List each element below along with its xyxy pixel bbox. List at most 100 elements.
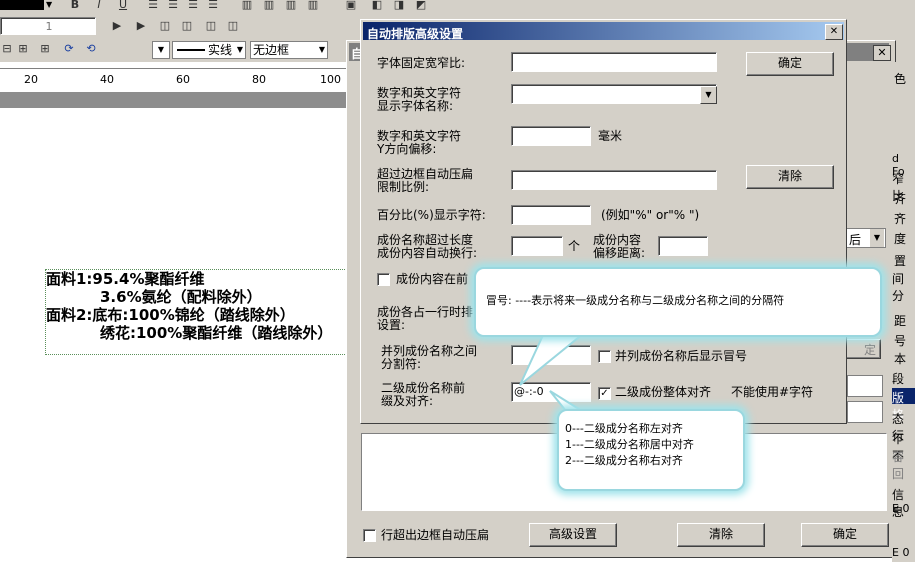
ruler-tick-80: 80 bbox=[252, 73, 266, 86]
y-offset-input[interactable] bbox=[511, 126, 591, 146]
layer-icon-3[interactable]: ◫ bbox=[204, 19, 218, 33]
ruler: 20 40 60 80 100 bbox=[0, 68, 350, 91]
y-offset-label-2: Y方向偏移: bbox=[377, 142, 437, 156]
chevron-down-icon: ▼ bbox=[318, 45, 325, 54]
align-tip-1: 1---二级成分名称居中对齐 bbox=[565, 438, 694, 451]
compress-input[interactable] bbox=[511, 170, 717, 190]
wrap-count-input[interactable] bbox=[511, 236, 563, 256]
border-style-label: 无边框 bbox=[253, 43, 290, 57]
content-before-checkbox[interactable] bbox=[377, 273, 390, 286]
refresh-icon[interactable]: ⟳ bbox=[62, 42, 76, 56]
align-tip-0: 0---二级成分名称左对齐 bbox=[565, 422, 683, 435]
fixed-width-input[interactable] bbox=[511, 52, 717, 72]
toolbar-row-1: ▼ B I U ☰ ☰ ☰ ☰ ▥ ▥ ▥ ▥ ▣ ◧ ◨ ◩ bbox=[0, 0, 440, 14]
colon-checkbox-label: 并列成份名称后显示冒号 bbox=[615, 349, 748, 363]
advanced-settings-button[interactable]: 高级设置 bbox=[529, 523, 617, 547]
underline-button[interactable]: U bbox=[116, 0, 130, 12]
column-icon-1[interactable]: ▥ bbox=[240, 0, 254, 12]
dialog-clear-button[interactable]: 清除 bbox=[746, 165, 834, 189]
color-dropdown-arrow[interactable]: ▼ bbox=[46, 0, 56, 10]
play-icon[interactable]: ▶ bbox=[110, 19, 124, 33]
second-level-label-2: 缀及对齐: bbox=[381, 394, 434, 408]
line-style-select[interactable]: 实线 ▼ bbox=[172, 41, 246, 59]
bold-button[interactable]: B bbox=[68, 0, 82, 12]
doc-line-2: 3.6%氨纶（配料除外） bbox=[100, 288, 262, 306]
side-label-19: E 0 bbox=[892, 502, 910, 515]
dialog-title: 自动排版高级设置 bbox=[367, 27, 464, 41]
grid-icon-1[interactable]: ⊟ bbox=[0, 42, 14, 56]
toolbar-row-2: 1 ▶ ▶ ◫ ◫ ◫ ◫ bbox=[0, 16, 360, 36]
column-icon-4[interactable]: ▥ bbox=[306, 0, 320, 12]
shape-icon-1[interactable]: ◧ bbox=[370, 0, 384, 12]
font-name-label-2: 显示字体名称: bbox=[377, 99, 454, 113]
bg-field-2[interactable] bbox=[847, 401, 883, 423]
layer-icon-1[interactable]: ◫ bbox=[158, 19, 172, 33]
align-tip-2: 2---二级成分名称右对齐 bbox=[565, 454, 683, 467]
ruler-shadow bbox=[0, 92, 350, 108]
grid-icon-3[interactable]: ⊞ bbox=[38, 42, 52, 56]
side-dropdown-text: 后 bbox=[849, 233, 862, 247]
text-frame[interactable]: 面料1:95.4%聚酯纤维 3.6%氨纶（配料除外） 面料2:底布:100%锦纶… bbox=[45, 269, 357, 355]
doc-line-1: 面料1:95.4%聚酯纤维 bbox=[46, 270, 205, 288]
shape-icon-3[interactable]: ◩ bbox=[414, 0, 428, 12]
side-label-4: 齐 bbox=[894, 192, 907, 206]
percent-input[interactable] bbox=[511, 205, 591, 225]
wrap-label-4: 偏移距离: bbox=[593, 246, 646, 260]
column-icon-3[interactable]: ▥ bbox=[284, 0, 298, 12]
line-style-label: 实线 bbox=[208, 43, 233, 57]
bg-clear-button[interactable]: 清除 bbox=[677, 523, 765, 547]
separator-label-2: 分割符: bbox=[381, 357, 422, 371]
side-label-6: 度 bbox=[894, 232, 907, 246]
fixed-width-label: 字体固定宽窄比: bbox=[377, 56, 466, 70]
y-offset-unit: 毫米 bbox=[598, 129, 623, 143]
image-icon[interactable]: ▣ bbox=[344, 0, 358, 12]
column-icon-2[interactable]: ▥ bbox=[262, 0, 276, 12]
side-label-17: 容回 bbox=[892, 450, 905, 481]
shape-icon-2[interactable]: ◨ bbox=[392, 0, 406, 12]
forward-icon[interactable]: ▶ bbox=[134, 19, 148, 33]
side-dropdown[interactable]: 后 ▼ bbox=[846, 228, 886, 248]
colon-tooltip-text: 冒号: ----表示将来一级成分名称与二级成分名称之间的分隔符 bbox=[486, 294, 785, 307]
border-style-select[interactable]: 无边框 ▼ bbox=[250, 41, 328, 59]
dialog-ok-button[interactable]: 确定 bbox=[746, 52, 834, 76]
doc-line-3: 面料2:底布:100%锦纶（踏线除外） bbox=[46, 306, 295, 324]
chevron-down-icon[interactable]: ▼ bbox=[700, 86, 717, 104]
align-tooltip: 0---二级成分名称左对齐 1---二级成分名称居中对齐 2---二级成分名称右… bbox=[557, 409, 745, 491]
wrap-label-2: 成份内容自动换行: bbox=[377, 246, 478, 260]
offset-distance-input[interactable] bbox=[658, 236, 708, 256]
font-name-select[interactable] bbox=[511, 84, 717, 104]
dialog-close-button[interactable]: ✕ bbox=[825, 24, 843, 40]
ruler-tick-60: 60 bbox=[176, 73, 190, 86]
align-left-icon[interactable]: ☰ bbox=[146, 0, 160, 12]
toolbar-row-3: ⊟ ⊞ ⊞ ⟳ ⟲ ▼ 实线 ▼ 无边框 ▼ bbox=[0, 39, 360, 59]
align-checkbox-label: 二级成份整体对齐 bbox=[615, 385, 712, 399]
justify-icon[interactable]: ☰ bbox=[206, 0, 220, 12]
colon-tooltip: 冒号: ----表示将来一级成分名称与二级成分名称之间的分隔符 bbox=[474, 267, 882, 337]
bg-field-1[interactable] bbox=[847, 375, 883, 397]
dialog-titlebar: 自动排版高级设置 bbox=[363, 22, 844, 41]
layer-icon-4[interactable]: ◫ bbox=[226, 19, 240, 33]
font-size-field[interactable]: 1 bbox=[0, 17, 96, 35]
grid-icon-2[interactable]: ⊞ bbox=[16, 42, 30, 56]
compress-label-2: 限制比例: bbox=[377, 180, 430, 194]
bg-close-button[interactable]: ✕ bbox=[873, 45, 891, 61]
side-label-5: 齐 bbox=[894, 212, 907, 226]
undo-icon[interactable]: ⟲ bbox=[84, 42, 98, 56]
occupy-label-2: 设置: bbox=[377, 318, 406, 332]
color-swatch[interactable] bbox=[0, 0, 44, 10]
align-center-icon[interactable]: ☰ bbox=[166, 0, 180, 12]
wrap-unit: 个 bbox=[568, 239, 581, 253]
dropdown-small[interactable]: ▼ bbox=[152, 41, 170, 59]
bg-ok-button[interactable]: 确定 bbox=[801, 523, 889, 547]
side-label-10: 距 bbox=[894, 314, 907, 328]
line-sample bbox=[177, 49, 205, 51]
ruler-tick-40: 40 bbox=[100, 73, 114, 86]
side-label-8: 置 bbox=[894, 254, 907, 268]
bg-compress-checkbox[interactable] bbox=[363, 529, 376, 542]
doc-line-4: 绣花:100%聚酯纤维（踏线除外） bbox=[100, 324, 333, 342]
align-right-icon[interactable]: ☰ bbox=[186, 0, 200, 12]
hash-note: 不能使用#字符 bbox=[731, 385, 814, 399]
layer-icon-2[interactable]: ◫ bbox=[180, 19, 194, 33]
italic-button[interactable]: I bbox=[92, 0, 106, 12]
right-side-panel: 色 d Fo 窄比 齐 齐 度 置 间分 距 号 本 段设 版格 态行 不不 容… bbox=[892, 62, 915, 562]
